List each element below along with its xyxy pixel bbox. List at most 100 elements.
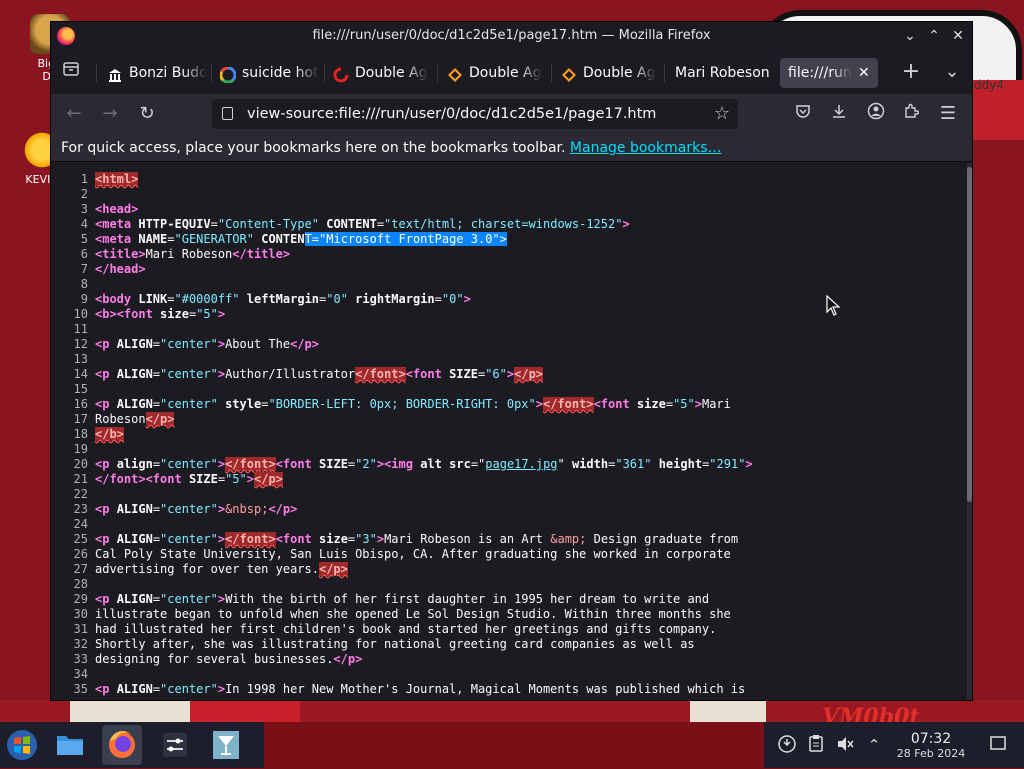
tab-separator <box>664 64 665 82</box>
folder-icon <box>57 736 83 755</box>
tab-separator <box>324 64 325 82</box>
line-number: 35 <box>73 682 88 696</box>
cocktail-app-button[interactable] <box>206 725 246 765</box>
line-number: 33 <box>73 652 88 666</box>
line-number: 16 <box>73 397 88 411</box>
source-line-6: <title>Mari Robeson</title> <box>95 247 291 261</box>
line-number: 25 <box>73 532 88 546</box>
line-number: 2 <box>80 187 88 201</box>
maximize-icon[interactable]: ⌃ <box>925 27 943 45</box>
line-number: 6 <box>80 247 88 261</box>
line-number: 14 <box>73 367 88 381</box>
line-number: 5 <box>80 232 88 246</box>
line-number: 20 <box>73 457 88 471</box>
start-menu-button[interactable] <box>2 725 42 765</box>
tab-double-agent-2[interactable]: Double Ag <box>447 58 542 88</box>
firefox-taskbar-button[interactable] <box>102 725 142 765</box>
wallpaper-shape <box>70 700 190 722</box>
line-number: 34 <box>73 667 88 681</box>
tab-label: Mari Robeson <box>675 65 770 81</box>
show-desktop-icon[interactable] <box>987 734 1009 756</box>
network-icon[interactable] <box>776 734 798 756</box>
source-line-32: Shortly after, she was illustrating for … <box>95 637 695 651</box>
firefox-window: file:///run/user/0/doc/d1c2d5e1/page17.h… <box>51 22 972 700</box>
sliders-icon <box>163 733 187 757</box>
source-line-18: </b> <box>95 427 124 441</box>
volume-muted-icon[interactable] <box>834 734 856 756</box>
taskbar: ⌃ 07:32 28 Feb 2024 <box>0 722 1024 768</box>
new-tab-icon[interactable]: + <box>899 60 923 84</box>
wallpaper-text: ddy4 <box>974 78 1004 92</box>
source-line-27: advertising for over ten years.</p> <box>95 562 348 576</box>
url-bar[interactable]: view-source:file:///run/user/0/doc/d1c2d… <box>212 99 738 129</box>
bookmark-star-icon[interactable]: ☆ <box>714 99 730 129</box>
line-number: 29 <box>73 592 88 606</box>
system-clock[interactable]: 07:32 28 Feb 2024 <box>888 731 974 761</box>
tab-label: Double Ag <box>469 65 542 81</box>
pocket-icon[interactable] <box>791 102 815 126</box>
settings-taskbar-button[interactable] <box>155 725 195 765</box>
source-line-35: <p ALIGN="center">In 1998 her New Mother… <box>95 682 746 696</box>
scrollbar-thumb[interactable] <box>967 167 972 502</box>
forward-icon[interactable]: → <box>98 102 122 126</box>
line-number: 3 <box>80 202 88 216</box>
clipboard-icon[interactable] <box>805 734 827 756</box>
chevron-up-icon[interactable]: ⌃ <box>863 734 885 756</box>
double-agent-icon <box>561 64 577 82</box>
tab-separator <box>211 64 212 82</box>
line-number: 1 <box>80 172 88 186</box>
line-number: 26 <box>73 547 88 561</box>
tab-mari-robeson[interactable]: Mari Robeson <box>675 58 770 88</box>
tab-overview-icon-glyph <box>63 62 79 76</box>
line-number: 18 <box>73 427 88 441</box>
source-line-25: <p ALIGN="center"></font><font size="3">… <box>95 532 739 546</box>
view-source-content[interactable]: 1 2 3 4 5 6 7 8 9 10 11 12 13 14 15 16 17 18 19 20 21 22 23 24 2… <box>51 163 968 700</box>
extensions-icon[interactable] <box>899 102 923 126</box>
source-line-29: <p ALIGN="center">With the birth of her … <box>95 592 710 606</box>
line-number: 10 <box>73 307 88 321</box>
image-src-link[interactable]: page17.jpg <box>485 457 557 471</box>
source-line-10: <b><font size="5"> <box>95 307 226 321</box>
bookmarks-hint-text: For quick access, place your bookmarks h… <box>61 140 566 156</box>
manage-bookmarks-link[interactable]: Manage bookmarks… <box>570 140 722 156</box>
wallpaper-vm-text: VM0b0t <box>822 704 920 722</box>
close-window-icon[interactable]: ✕ <box>949 27 967 45</box>
line-number: 15 <box>73 382 88 396</box>
wallpaper-shape <box>690 700 766 722</box>
source-line-7: </head> <box>95 262 146 276</box>
close-tab-icon[interactable]: ✕ <box>858 58 870 88</box>
line-number: 31 <box>73 622 88 636</box>
tab-view-source-active[interactable]: file:///run/us ✕ <box>780 58 878 88</box>
tab-bar: Bonzi Budd suicide hot Double Ag Double … <box>51 50 972 94</box>
downloads-icon[interactable] <box>827 102 851 126</box>
back-icon[interactable]: ← <box>62 102 86 126</box>
line-number: 9 <box>80 292 88 306</box>
tab-bonzi-buddy[interactable]: Bonzi Budd <box>107 58 207 88</box>
line-number: 4 <box>80 217 88 231</box>
source-line-17: Robeson</p> <box>95 412 175 426</box>
tab-double-agent-3[interactable]: Double Ag <box>561 58 656 88</box>
vertical-scrollbar[interactable] <box>967 163 972 700</box>
line-number: 24 <box>73 517 88 531</box>
source-line-21: </font><font SIZE="5"></p> <box>95 472 283 486</box>
file-manager-button[interactable] <box>50 725 90 765</box>
line-number: 28 <box>73 577 88 591</box>
taskbar-empty-area <box>264 722 764 768</box>
minimize-icon[interactable]: ⌄ <box>901 27 919 45</box>
source-line-9: <body LINK="#0000ff" leftMargin="0" righ… <box>95 292 471 306</box>
reload-icon[interactable]: ↻ <box>135 102 159 126</box>
tab-overview-icon[interactable] <box>59 60 83 84</box>
tab-double-agent-1[interactable]: Double Ag <box>333 58 428 88</box>
page-icon <box>222 107 233 120</box>
tab-label: suicide hot <box>242 65 319 81</box>
line-number: 23 <box>73 502 88 516</box>
source-line-20: <p align="center"></font><font SIZE="2">… <box>95 457 753 471</box>
tab-label: Bonzi Budd <box>129 65 207 81</box>
account-icon[interactable] <box>864 102 888 126</box>
tab-separator <box>551 64 552 82</box>
source-line-33: designing for several businesses.</p> <box>95 652 363 666</box>
source-line-14: <p ALIGN="center">Author/Illustrator</fo… <box>95 367 544 381</box>
tab-suicide-hotline[interactable]: suicide hot <box>220 58 319 88</box>
menu-icon[interactable]: ☰ <box>936 102 960 126</box>
list-tabs-icon[interactable]: ⌄ <box>940 60 964 84</box>
